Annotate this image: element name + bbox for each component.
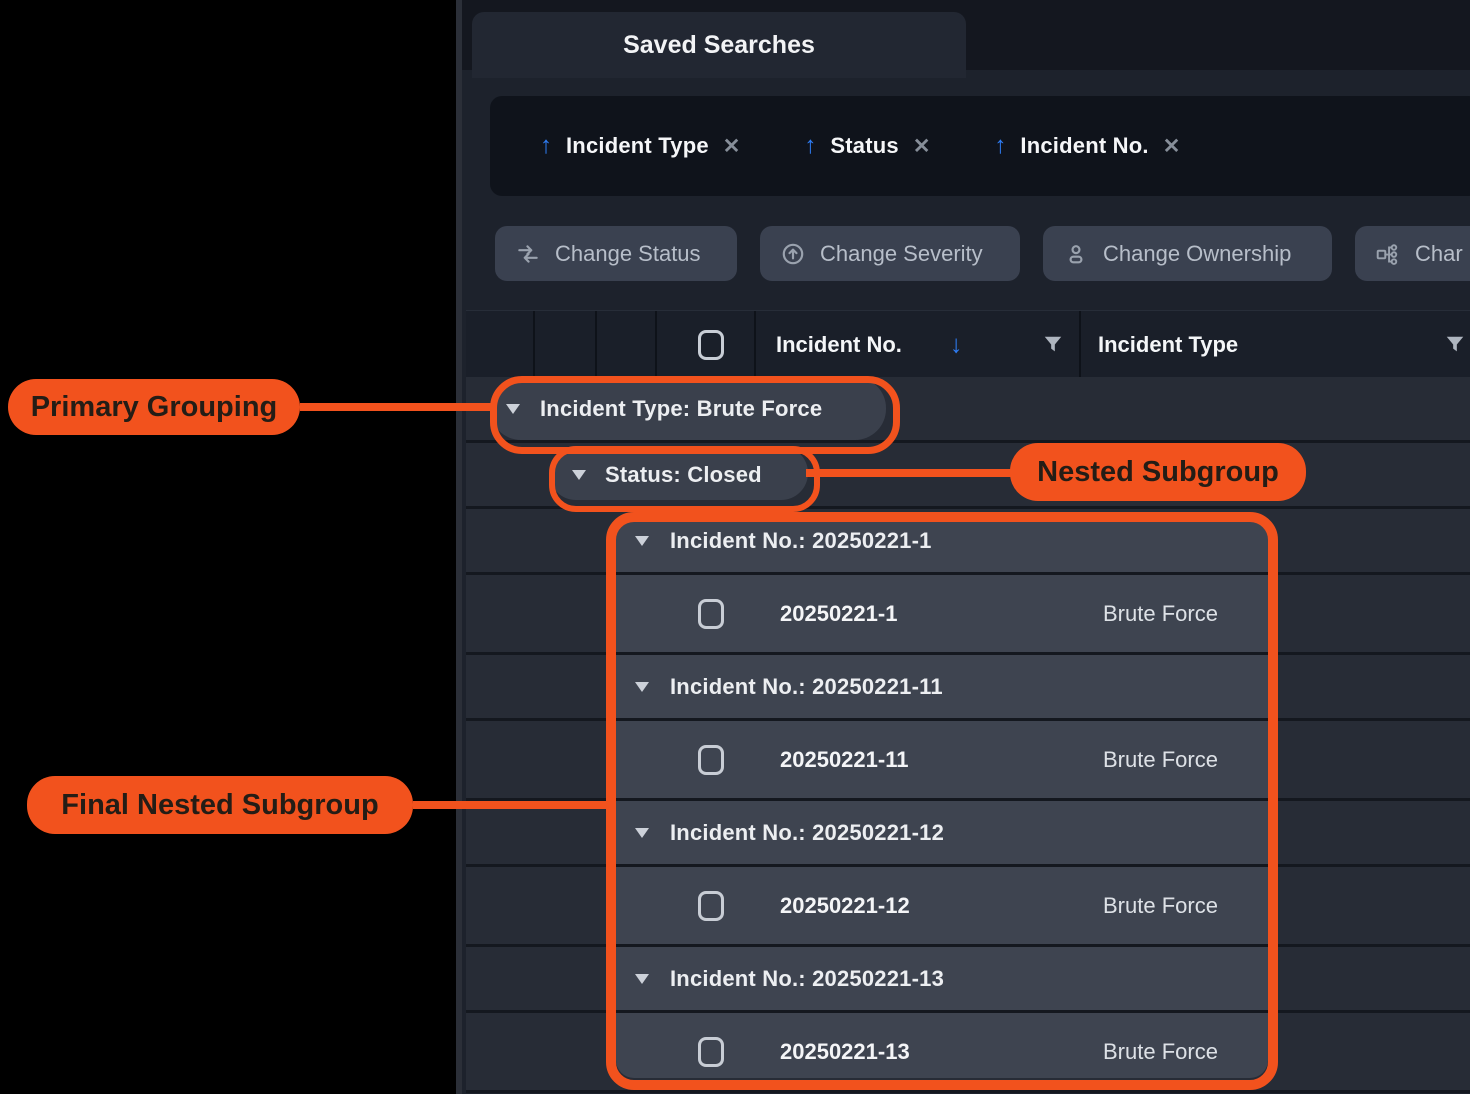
incident-no-cell: 20250221-1 — [780, 601, 897, 627]
button-label: Change Severity — [820, 241, 983, 267]
final-nested-subgroup-callout: Final Nested Subgroup — [27, 776, 413, 834]
table-header: Incident No. ↓ Incident Type — [466, 310, 1470, 380]
incident-data-row[interactable]: 20250221-13 Brute Force — [466, 1013, 1470, 1093]
grouping-bar: ↑ Incident Type ✕ ↑ Status ✕ ↑ Incident … — [490, 96, 1470, 196]
change-status-button[interactable]: Change Status — [495, 226, 737, 281]
group-label: Incident Type: Brute Force — [540, 396, 822, 422]
incident-type-cell: Brute Force — [1103, 747, 1218, 773]
screenshot-canvas: Saved Searches ↑ Incident Type ✕ ↑ Statu… — [0, 0, 1470, 1094]
group-row-incident-no[interactable]: Incident No.: 20250221-1 — [466, 509, 1470, 575]
incident-type-cell: Brute Force — [1103, 601, 1218, 627]
chip-label: Incident No. — [1020, 133, 1148, 159]
column-divider — [754, 311, 756, 378]
sort-desc-icon[interactable]: ↓ — [950, 330, 963, 359]
button-label: Change Status — [555, 241, 701, 267]
change-severity-button[interactable]: Change Severity — [760, 226, 1020, 281]
column-divider — [1079, 311, 1081, 378]
collapse-triangle-icon[interactable] — [635, 974, 649, 984]
collapse-triangle-icon[interactable] — [572, 470, 586, 480]
sort-asc-icon: ↑ — [540, 132, 552, 160]
row-checkbox[interactable] — [698, 599, 724, 629]
swap-arrows-icon — [515, 241, 541, 267]
group-label: Incident No.: 20250221-1 — [670, 528, 932, 554]
annotation-connector-line — [806, 469, 1014, 477]
incident-data-row[interactable]: 20250221-11 Brute Force — [466, 721, 1470, 801]
sort-asc-icon: ↑ — [804, 132, 816, 160]
incident-type-cell: Brute Force — [1103, 1039, 1218, 1065]
incident-data-row[interactable]: 20250221-1 Brute Force — [466, 575, 1470, 655]
collapse-triangle-icon[interactable] — [635, 828, 649, 838]
tab-label: Saved Searches — [623, 31, 815, 60]
callout-label: Final Nested Subgroup — [61, 789, 378, 822]
group-chip-incident-type[interactable]: ↑ Incident Type ✕ — [540, 132, 740, 160]
group-row-incident-no[interactable]: Incident No.: 20250221-11 — [466, 655, 1470, 721]
group-label: Incident No.: 20250221-13 — [670, 966, 944, 992]
remove-chip-icon[interactable]: ✕ — [1163, 134, 1181, 159]
chip-label: Incident Type — [566, 133, 709, 159]
remove-chip-icon[interactable]: ✕ — [723, 134, 741, 159]
row-checkbox[interactable] — [698, 745, 724, 775]
filter-funnel-icon[interactable] — [1042, 334, 1064, 356]
table-body: Incident Type: Brute Force Status: Close… — [466, 377, 1470, 1094]
change-ownership-button[interactable]: Change Ownership — [1043, 226, 1332, 281]
incident-no-cell: 20250221-12 — [780, 893, 910, 919]
hierarchy-icon — [1375, 241, 1401, 267]
remove-chip-icon[interactable]: ✕ — [913, 134, 931, 159]
group-row-incident-type[interactable]: Incident Type: Brute Force — [466, 377, 1470, 443]
button-label: Char — [1415, 241, 1463, 267]
incident-type-cell: Brute Force — [1103, 893, 1218, 919]
group-row-incident-no[interactable]: Incident No.: 20250221-13 — [466, 947, 1470, 1013]
group-label: Status: Closed — [605, 462, 762, 488]
group-chip-incident-no[interactable]: ↑ Incident No. ✕ — [994, 132, 1180, 160]
column-header-incident-no[interactable]: Incident No. — [776, 332, 902, 358]
incident-data-row[interactable]: 20250221-12 Brute Force — [466, 867, 1470, 947]
group-label: Incident No.: 20250221-12 — [670, 820, 944, 846]
group-row-incident-no[interactable]: Incident No.: 20250221-12 — [466, 801, 1470, 867]
incident-no-cell: 20250221-11 — [780, 747, 908, 773]
severity-gauge-icon — [780, 241, 806, 267]
column-divider — [655, 311, 657, 378]
collapse-triangle-icon[interactable] — [635, 536, 649, 546]
tab-saved-searches[interactable]: Saved Searches — [472, 12, 966, 78]
change-hierarchy-button[interactable]: Char — [1355, 226, 1470, 281]
annotation-connector-line — [300, 403, 494, 411]
select-all-checkbox[interactable] — [698, 330, 724, 360]
group-chip-status[interactable]: ↑ Status ✕ — [804, 132, 930, 160]
primary-grouping-callout: Primary Grouping — [8, 379, 300, 435]
row-checkbox[interactable] — [698, 1037, 724, 1067]
chip-label: Status — [830, 133, 898, 159]
callout-label: Nested Subgroup — [1037, 456, 1279, 489]
incident-no-cell: 20250221-13 — [780, 1039, 910, 1065]
row-checkbox[interactable] — [698, 891, 724, 921]
vertical-scrollbar[interactable] — [456, 0, 462, 1094]
button-label: Change Ownership — [1103, 241, 1291, 267]
sort-asc-icon: ↑ — [994, 132, 1006, 160]
person-icon — [1063, 241, 1089, 267]
filter-funnel-icon[interactable] — [1444, 334, 1466, 356]
column-divider — [533, 311, 535, 378]
group-label: Incident No.: 20250221-11 — [670, 674, 943, 700]
callout-label: Primary Grouping — [31, 391, 278, 424]
collapse-triangle-icon[interactable] — [506, 404, 520, 414]
annotation-connector-line — [413, 801, 610, 809]
collapse-triangle-icon[interactable] — [635, 682, 649, 692]
column-header-incident-type[interactable]: Incident Type — [1098, 332, 1238, 358]
column-divider — [595, 311, 597, 378]
nested-subgroup-callout: Nested Subgroup — [1010, 443, 1306, 501]
